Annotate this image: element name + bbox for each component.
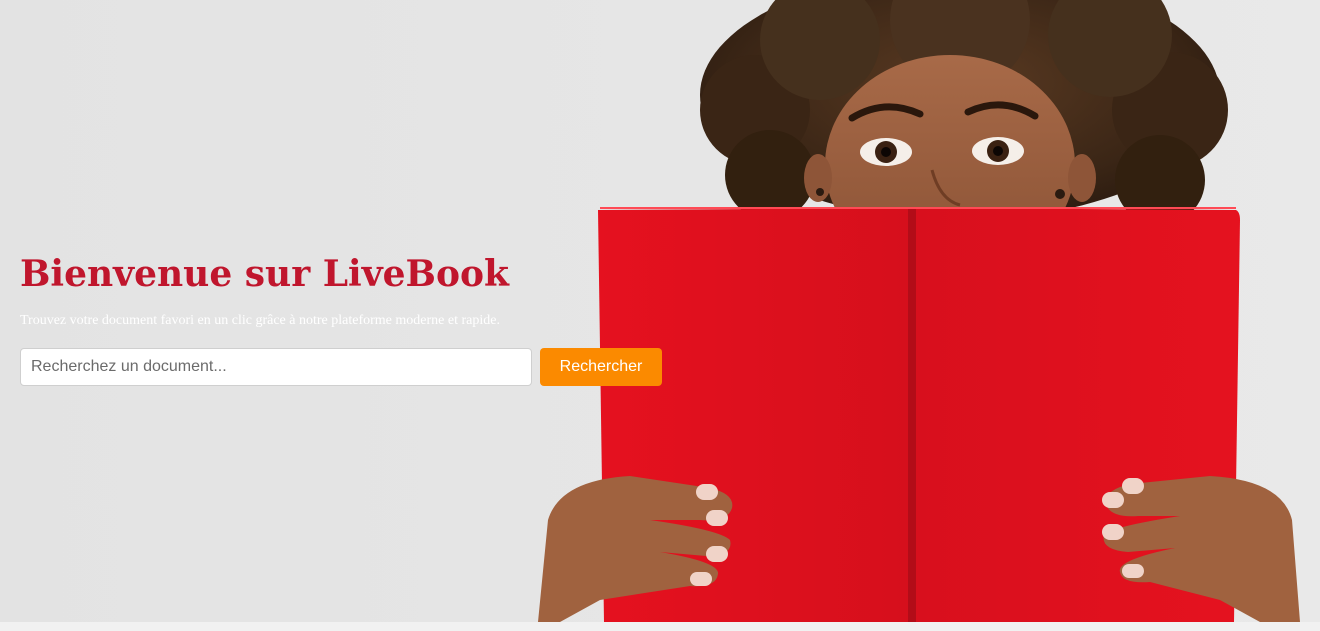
search-input[interactable] xyxy=(20,348,532,386)
hero-subtitle: Trouvez votre document favori en un clic… xyxy=(20,313,500,328)
hero-content: Bienvenue sur LiveBook Trouvez votre doc… xyxy=(20,250,680,386)
search-button[interactable]: Rechercher xyxy=(540,348,662,386)
hero-section: Bienvenue sur LiveBook Trouvez votre doc… xyxy=(0,0,1320,622)
page-bottom-strip xyxy=(0,622,1320,631)
search-form: Rechercher xyxy=(20,348,680,386)
hero-title: Bienvenue sur LiveBook xyxy=(20,253,509,295)
